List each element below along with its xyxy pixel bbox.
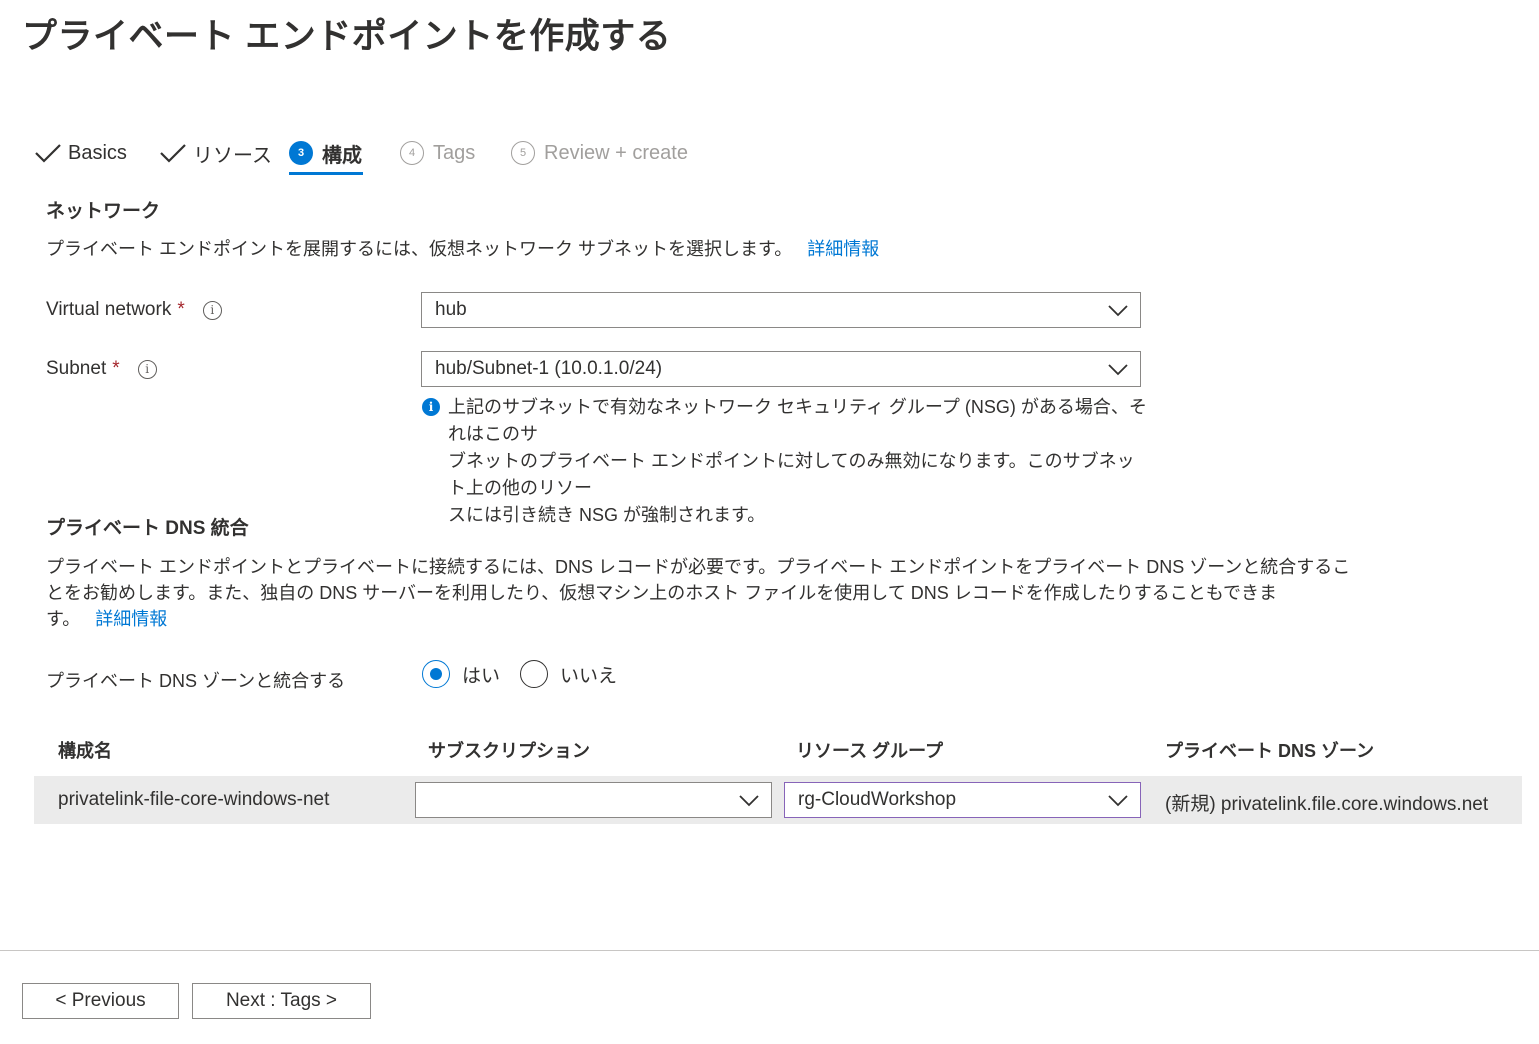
checkmark-icon xyxy=(160,144,186,163)
radio-yes[interactable] xyxy=(422,660,450,688)
dns-heading: プライベート DNS 統合 xyxy=(46,518,249,539)
required-asterisk: * xyxy=(112,358,120,379)
dns-description-line-last: す。 詳細情報 xyxy=(46,606,1156,632)
column-header-dns-zone: プライベート DNS ゾーン xyxy=(1165,741,1375,761)
step-number-badge: 5 xyxy=(511,141,535,165)
tab-label: Tags xyxy=(433,141,476,164)
required-asterisk: * xyxy=(177,299,185,320)
info-icon[interactable]: i xyxy=(202,300,222,320)
nsg-info-line: スには引き続き NSG が強制されます。 xyxy=(448,505,766,525)
vnet-dropdown[interactable]: hub xyxy=(421,292,1141,328)
tab-label: Basics xyxy=(68,141,127,164)
tab-label: Review + create xyxy=(544,141,688,164)
network-heading: ネットワーク xyxy=(46,201,161,222)
dns-integrate-radio-group: はい いいえ xyxy=(422,660,637,688)
subnet-dropdown[interactable]: hub/Subnet-1 (10.0.1.0/24) xyxy=(421,351,1141,387)
radio-selected-dot xyxy=(430,668,442,680)
info-filled-icon: i xyxy=(422,398,440,416)
tab-tags[interactable]: 4 Tags xyxy=(400,132,475,174)
info-icon[interactable]: i xyxy=(137,359,157,379)
vnet-label-text: Virtual network xyxy=(46,299,172,320)
chevron-down-icon xyxy=(1108,795,1128,807)
tab-basics[interactable]: Basics xyxy=(34,132,127,174)
dns-zone-cell: (新規) privatelink.file.core.windows.net xyxy=(1165,794,1489,815)
chevron-down-icon xyxy=(1108,305,1128,317)
subnet-label: Subnet * i xyxy=(46,358,157,380)
footer-divider xyxy=(0,950,1539,951)
radio-yes-label[interactable]: はい xyxy=(462,661,500,688)
page-title: プライベート エンドポイントを作成する xyxy=(22,17,672,56)
radio-no-label[interactable]: いいえ xyxy=(560,661,617,688)
subnet-value: hub/Subnet-1 (10.0.1.0/24) xyxy=(435,358,663,379)
subscription-dropdown[interactable] xyxy=(415,782,772,818)
network-description: プライベート エンドポイントを展開するには、仮想ネットワーク サブネットを選択し… xyxy=(46,236,879,262)
subnet-label-text: Subnet xyxy=(46,358,107,379)
more-options-icon[interactable]: ··· xyxy=(580,14,600,37)
learn-more-link[interactable]: 詳細情報 xyxy=(95,609,167,629)
previous-button[interactable]: < Previous xyxy=(22,983,179,1019)
next-tags-button[interactable]: Next : Tags > xyxy=(192,983,371,1019)
dns-integrate-label: プライベート DNS ゾーンと統合する xyxy=(46,671,346,691)
nsg-info-line: 上記のサブネットで有効なネットワーク セキュリティ グループ (NSG) がある… xyxy=(448,397,1147,444)
chevron-down-icon xyxy=(1108,364,1128,376)
config-name-cell: privatelink-file-core-windows-net xyxy=(58,789,330,810)
dns-description-end: す。 xyxy=(46,609,81,629)
vnet-value: hub xyxy=(435,299,467,320)
checkmark-icon xyxy=(35,144,61,163)
tab-label: 構成 xyxy=(322,144,362,167)
nsg-info-message: i 上記のサブネットで有効なネットワーク セキュリティ グループ (NSG) が… xyxy=(420,394,1150,529)
column-header-resource-group: リソース グループ xyxy=(796,741,944,761)
network-description-text: プライベート エンドポイントを展開するには、仮想ネットワーク サブネットを選択し… xyxy=(46,239,793,259)
vnet-label: Virtual network * i xyxy=(46,299,222,321)
tab-review-create[interactable]: 5 Review + create xyxy=(511,132,688,174)
dns-description-line: とをお勧めします。また、独自の DNS サーバーを利用したり、仮想マシン上のホス… xyxy=(46,583,1278,603)
resource-group-value: rg-CloudWorkshop xyxy=(798,789,957,810)
dns-description: プライベート エンドポイントとプライベートに接続するには、DNS レコードが必要… xyxy=(46,554,1351,632)
resource-group-dropdown[interactable]: rg-CloudWorkshop xyxy=(784,782,1141,818)
step-number-badge: 4 xyxy=(400,141,424,165)
nsg-info-line: ブネットのプライベート エンドポイントに対してのみ無効になります。このサブネット… xyxy=(448,451,1135,498)
tab-label: リソース xyxy=(193,144,272,167)
tab-resource[interactable]: リソース xyxy=(159,132,272,174)
learn-more-link[interactable]: 詳細情報 xyxy=(807,239,879,259)
active-tab-indicator xyxy=(289,172,363,175)
radio-no[interactable] xyxy=(520,660,549,688)
tab-configuration[interactable]: 3 構成 xyxy=(289,132,362,174)
step-number-badge: 3 xyxy=(289,141,313,165)
chevron-down-icon xyxy=(739,795,759,807)
column-header-subscription: サブスクリプション xyxy=(428,741,590,761)
column-header-config-name: 構成名 xyxy=(58,741,112,761)
dns-description-line: プライベート エンドポイントとプライベートに接続するには、DNS レコードが必要… xyxy=(46,557,1351,577)
